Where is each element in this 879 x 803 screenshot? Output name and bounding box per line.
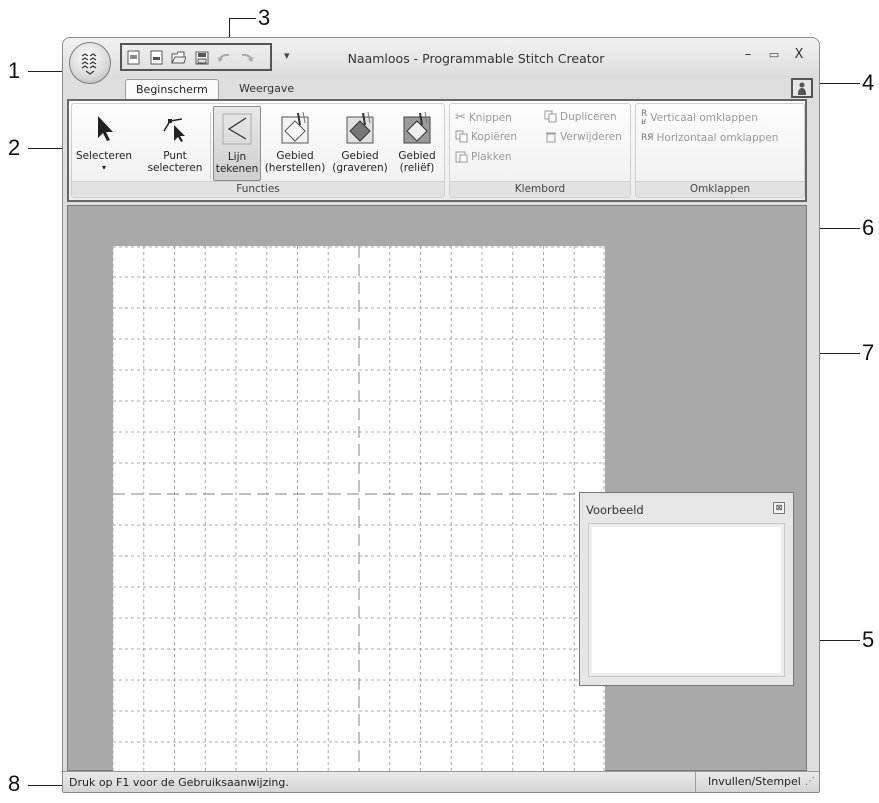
area-relief-icon — [403, 111, 431, 144]
line-draw-icon — [222, 113, 252, 145]
select-button[interactable]: Selecteren ▾ — [76, 108, 132, 174]
area-relief-button[interactable]: Gebied (reliëf) — [394, 108, 440, 174]
area-engrave-button[interactable]: Gebied (graveren) — [330, 108, 390, 174]
duplicate-icon — [544, 110, 557, 123]
callout-4: 4 — [862, 70, 875, 95]
point-select-icon — [163, 118, 185, 142]
status-text: Druk op F1 voor de Gebruiksaanwijzing. — [69, 776, 289, 789]
status-mode: Invullen/Stempel — [695, 772, 819, 792]
flip-vertical-button[interactable]: Rʁ Verticaal omklappen — [641, 109, 758, 127]
tab-weergave[interactable]: Weergave — [229, 79, 304, 99]
preview-area — [588, 523, 785, 677]
flip-horizontal-icon: RЯ — [641, 133, 654, 143]
ribbon: Selecteren ▾ Punt selecteren Lijn tekene… — [67, 99, 807, 202]
group-functions-label: Functies — [72, 181, 444, 197]
embroidery-logo-icon — [81, 53, 97, 75]
paste-button[interactable]: Plakken — [455, 150, 512, 163]
drawing-canvas[interactable]: Voorbeeld ⊠ — [67, 205, 807, 773]
maximize-button[interactable]: ▭ — [765, 48, 783, 61]
group-functions: Selecteren ▾ Punt selecteren Lijn tekene… — [71, 103, 445, 198]
callout-8: 8 — [8, 771, 21, 796]
preview-close-button[interactable]: ⊠ — [773, 502, 785, 514]
close-button[interactable]: X — [790, 47, 808, 62]
delete-icon — [546, 132, 556, 143]
callout-3-line — [229, 18, 256, 19]
duplicate-button[interactable]: Dupliceren — [544, 110, 617, 123]
group-clipboard-label: Klembord — [450, 181, 630, 197]
scissors-icon: ✂ — [455, 110, 466, 125]
area-engrave-icon — [346, 111, 374, 144]
callout-5: 5 — [862, 627, 875, 652]
flip-vertical-icon: Rʁ — [641, 109, 648, 127]
resize-grip-icon[interactable]: ⋰ — [805, 776, 815, 787]
preview-panel[interactable]: Voorbeeld ⊠ — [579, 492, 794, 686]
minimize-button[interactable]: – — [739, 47, 757, 62]
title-bar: ▾ Naamloos - Programmable Stitch Creator… — [63, 38, 819, 78]
cut-button[interactable]: ✂ Knippen — [455, 110, 512, 125]
person-help-icon — [798, 82, 806, 95]
paste-icon — [455, 151, 468, 163]
callout-3: 3 — [258, 5, 271, 30]
window-title: Naamloos - Programmable Stitch Creator — [347, 51, 605, 66]
help-button[interactable] — [791, 78, 813, 98]
application-menu-button[interactable] — [69, 42, 111, 84]
area-restore-button[interactable]: Gebied (herstellen) — [264, 108, 326, 174]
area-restore-icon — [281, 111, 309, 144]
callout-7: 7 — [862, 340, 875, 365]
grid-lines — [113, 246, 605, 773]
flip-horizontal-button[interactable]: RЯ Horizontaal omklappen — [641, 132, 778, 144]
callout-2: 2 — [8, 135, 21, 160]
preview-title: Voorbeeld — [586, 503, 644, 517]
group-separator — [210, 112, 211, 180]
app-window: ▾ Naamloos - Programmable Stitch Creator… — [62, 37, 820, 793]
group-flip-label: Omklappen — [636, 181, 804, 197]
status-bar: Druk op F1 voor de Gebruiksaanwijzing. I… — [63, 771, 819, 792]
copy-icon — [455, 130, 468, 143]
callout-1: 1 — [8, 58, 21, 83]
line-draw-button[interactable]: Lijn tekenen — [213, 106, 261, 181]
arrow-cursor-icon — [98, 116, 113, 141]
delete-button[interactable]: Verwijderen — [544, 130, 622, 143]
callout-6: 6 — [862, 215, 875, 240]
point-select-button[interactable]: Punt selecteren — [144, 108, 206, 174]
stitch-grid[interactable] — [113, 246, 605, 773]
group-flip: Rʁ Verticaal omklappen RЯ Horizontaal omkl… — [635, 103, 805, 198]
copy-button[interactable]: Kopiëren — [455, 130, 517, 143]
group-clipboard: ✂ Knippen Dupliceren Kopiëren Verwijderen… — [449, 103, 631, 198]
tab-beginscherm[interactable]: Beginscherm — [125, 79, 219, 101]
